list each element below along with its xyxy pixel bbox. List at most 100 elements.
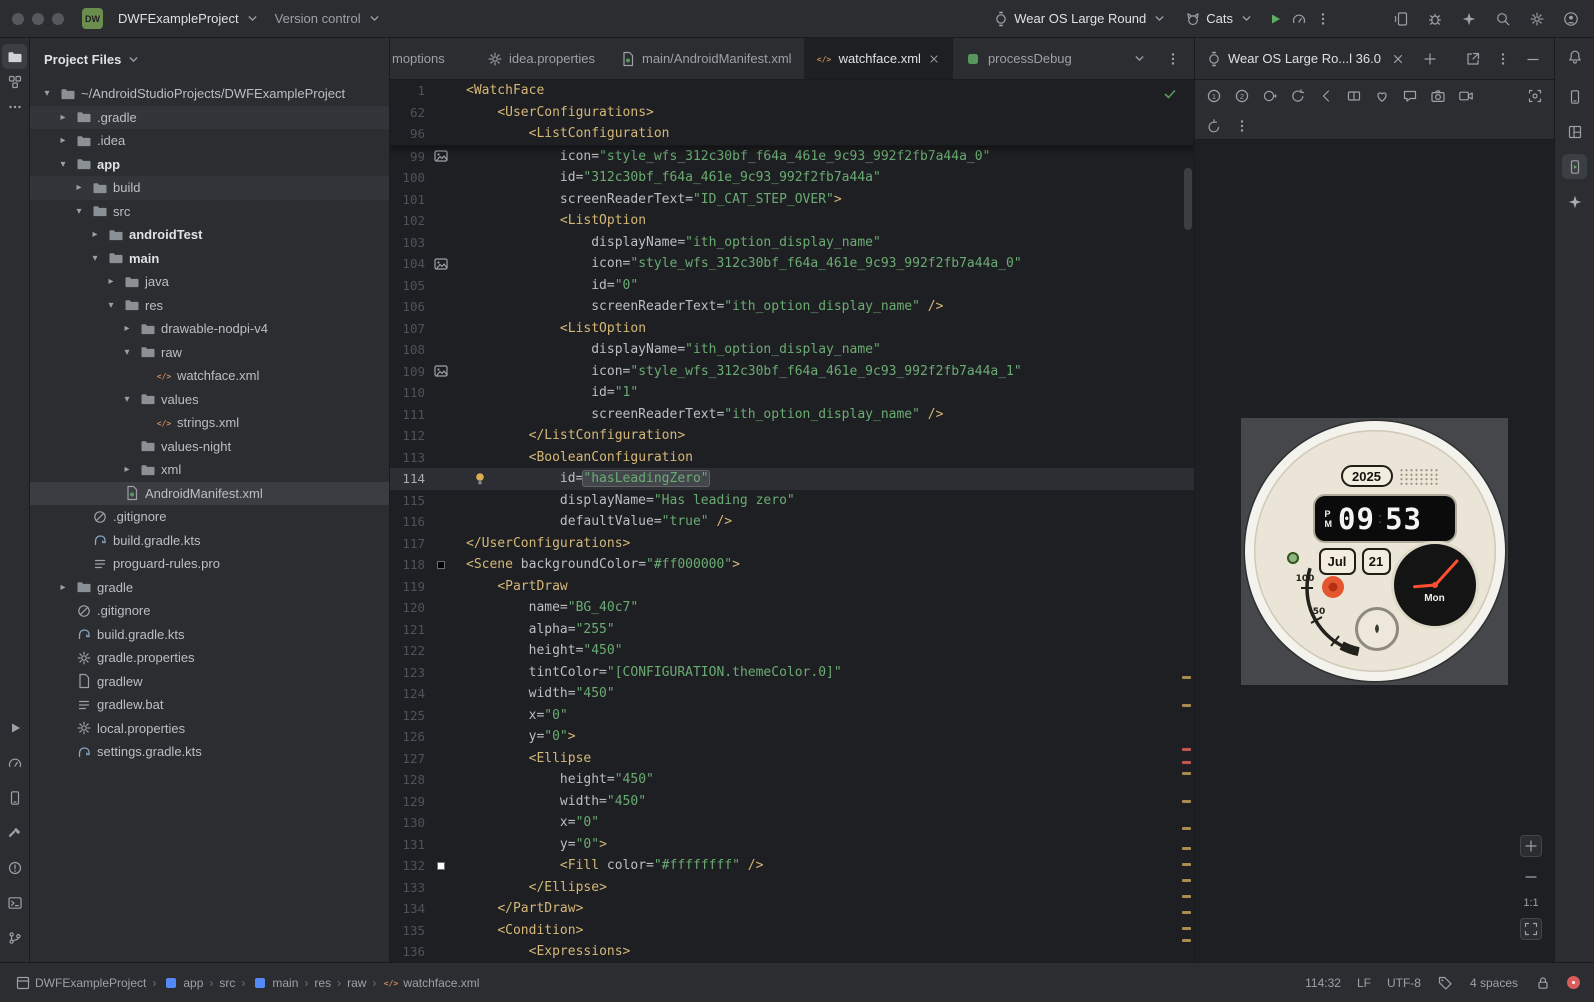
tab-options-button[interactable] [1162, 48, 1184, 70]
scroll-mark[interactable] [1182, 939, 1191, 942]
running-devices-tool-button[interactable] [1562, 154, 1587, 179]
run-tool-button[interactable] [2, 715, 27, 740]
close-icon[interactable] [1387, 48, 1409, 70]
code-line[interactable]: 133 </Ellipse> [390, 877, 1194, 899]
editor-tab[interactable]: moptions [390, 38, 474, 79]
git-tool-button[interactable] [2, 925, 27, 950]
editor-tab[interactable]: processDebug [953, 38, 1084, 79]
tree-item[interactable]: build.gradle.kts [30, 623, 389, 647]
tree-item[interactable]: ▸ xml [30, 458, 389, 482]
code-line[interactable]: 1 <WatchFace [390, 80, 1194, 102]
tree-item[interactable]: ▸ androidTest [30, 223, 389, 247]
chevron-down-icon[interactable]: ▾ [72, 206, 86, 217]
tree-item[interactable]: </> watchface.xml [30, 364, 389, 388]
chevron-down-icon[interactable]: ▾ [56, 159, 70, 170]
code-line[interactable]: 132 <Fill color="#ffffffff" /> [390, 855, 1194, 877]
caret-position-widget[interactable]: 114:32 [1305, 976, 1341, 990]
code-editor[interactable]: 1 <WatchFace 62 <UserConfigurations> 96 <Li… [390, 80, 1194, 962]
add-device-button[interactable] [1419, 48, 1441, 70]
scroll-mark[interactable] [1182, 800, 1191, 803]
device-tab[interactable]: Wear OS Large Ro...l 36.0 [1205, 48, 1409, 70]
tree-item[interactable]: local.properties [30, 717, 389, 741]
scroll-mark[interactable] [1182, 927, 1191, 930]
code-line[interactable]: 113 <BooleanConfiguration [390, 447, 1194, 469]
zoom-ratio[interactable]: 1:1 [1523, 897, 1538, 909]
scroll-mark[interactable] [1182, 772, 1191, 775]
fold-button[interactable] [1343, 85, 1365, 107]
tree-item[interactable]: ▾ raw [30, 341, 389, 365]
tree-item[interactable]: ▸ gradle [30, 576, 389, 600]
scroll-mark[interactable] [1182, 895, 1191, 898]
code-line[interactable]: 109 icon="style_wfs_312c30bf_f64a_461e_9… [390, 361, 1194, 383]
notifications-tool-button[interactable] [1562, 44, 1587, 69]
line-separator-widget[interactable]: LF [1357, 976, 1371, 990]
chevron-right-icon[interactable]: ▸ [72, 182, 86, 193]
build-tool-button[interactable] [2, 820, 27, 845]
code-line[interactable]: 117 </UserConfigurations> [390, 533, 1194, 555]
terminal-tool-button[interactable] [2, 890, 27, 915]
code-line[interactable]: 120 name="BG_40c7" [390, 597, 1194, 619]
profiler-button[interactable] [1288, 8, 1310, 30]
messages-button[interactable] [1399, 85, 1421, 107]
camera-button[interactable] [1427, 85, 1449, 107]
tree-item[interactable]: build.gradle.kts [30, 529, 389, 553]
tree-item[interactable]: ▸ .gradle [30, 105, 389, 129]
bug-report-button[interactable] [1424, 8, 1446, 30]
code-line[interactable]: 105 id="0" [390, 275, 1194, 297]
reset-button[interactable] [1203, 115, 1225, 137]
chevron-right-icon[interactable]: ▸ [56, 582, 70, 593]
code-line[interactable]: 128 height="450" [390, 769, 1194, 791]
error-indicator-icon[interactable] [1567, 976, 1580, 989]
inspections-status-icon[interactable] [1162, 86, 1178, 106]
tree-item[interactable]: values-night [30, 435, 389, 459]
code-line[interactable]: 107 <ListOption [390, 318, 1194, 340]
code-line[interactable]: 124 width="450" [390, 683, 1194, 705]
code-line[interactable]: 100 id="312c30bf_f64a_461e_9c93_992f2fb7… [390, 167, 1194, 189]
device-streaming-button[interactable] [1390, 8, 1412, 30]
scroll-mark[interactable] [1182, 676, 1191, 679]
chevron-right-icon[interactable]: ▸ [56, 135, 70, 146]
chevron-right-icon[interactable]: ▸ [104, 276, 118, 287]
screenshot-button[interactable] [1524, 85, 1546, 107]
chevron-down-icon[interactable]: ▾ [120, 347, 134, 358]
scroll-mark[interactable] [1182, 827, 1191, 830]
breadcrumb-item[interactable]: src [219, 976, 235, 990]
device-manager-tool-button[interactable] [1562, 84, 1587, 109]
tree-item[interactable]: ▾ main [30, 247, 389, 271]
heart-button[interactable] [1371, 85, 1393, 107]
screen-record-button[interactable] [1455, 85, 1477, 107]
crown-button[interactable] [1259, 85, 1281, 107]
close-icon[interactable] [927, 52, 941, 66]
scroll-mark[interactable] [1182, 879, 1191, 882]
code-line[interactable]: 125 x="0" [390, 705, 1194, 727]
scroll-mark[interactable] [1182, 761, 1191, 764]
breadcrumb-item[interactable]: app [162, 975, 203, 991]
code-line[interactable]: 103 displayName="ith_option_display_name… [390, 232, 1194, 254]
problems-tool-button[interactable] [2, 855, 27, 880]
code-line[interactable]: 127 <Ellipse [390, 748, 1194, 770]
zoom-fit-button[interactable] [1520, 918, 1542, 940]
tree-item[interactable]: proguard-rules.pro [30, 552, 389, 576]
structure-tool-button[interactable] [2, 69, 27, 94]
chevron-down-icon[interactable]: ▾ [40, 88, 54, 99]
project-tool-button[interactable] [2, 44, 27, 69]
tree-item[interactable]: .gitignore [30, 505, 389, 529]
indent-widget[interactable]: 4 spaces [1470, 976, 1518, 990]
scroll-mark[interactable] [1182, 863, 1191, 866]
code-line[interactable]: 111 screenReaderText="ith_option_display… [390, 404, 1194, 426]
breadcrumb-item[interactable]: main [251, 975, 298, 991]
panel-options-button[interactable] [1492, 48, 1514, 70]
more-actions-button[interactable] [1312, 8, 1334, 30]
code-line[interactable]: 102 <ListOption [390, 210, 1194, 232]
scroll-mark[interactable] [1182, 704, 1191, 707]
code-line[interactable]: 115 displayName="Has leading zero" [390, 490, 1194, 512]
close-window-button[interactable] [12, 12, 24, 25]
emulator-display[interactable]: 2025 P M 09 : 53 Jul 21 100 50 Mon [1241, 417, 1508, 685]
lock-icon[interactable] [1534, 975, 1551, 991]
code-line[interactable]: 131 y="0"> [390, 834, 1194, 856]
zoom-out-button[interactable] [1520, 866, 1542, 888]
breadcrumb-item[interactable]: DWFExampleProject [14, 975, 146, 991]
chevron-right-icon[interactable]: ▸ [120, 464, 134, 475]
watch-face[interactable]: 2025 P M 09 : 53 Jul 21 100 50 Mon [1244, 421, 1505, 681]
run-configuration-selector[interactable]: Cats [1177, 7, 1262, 31]
